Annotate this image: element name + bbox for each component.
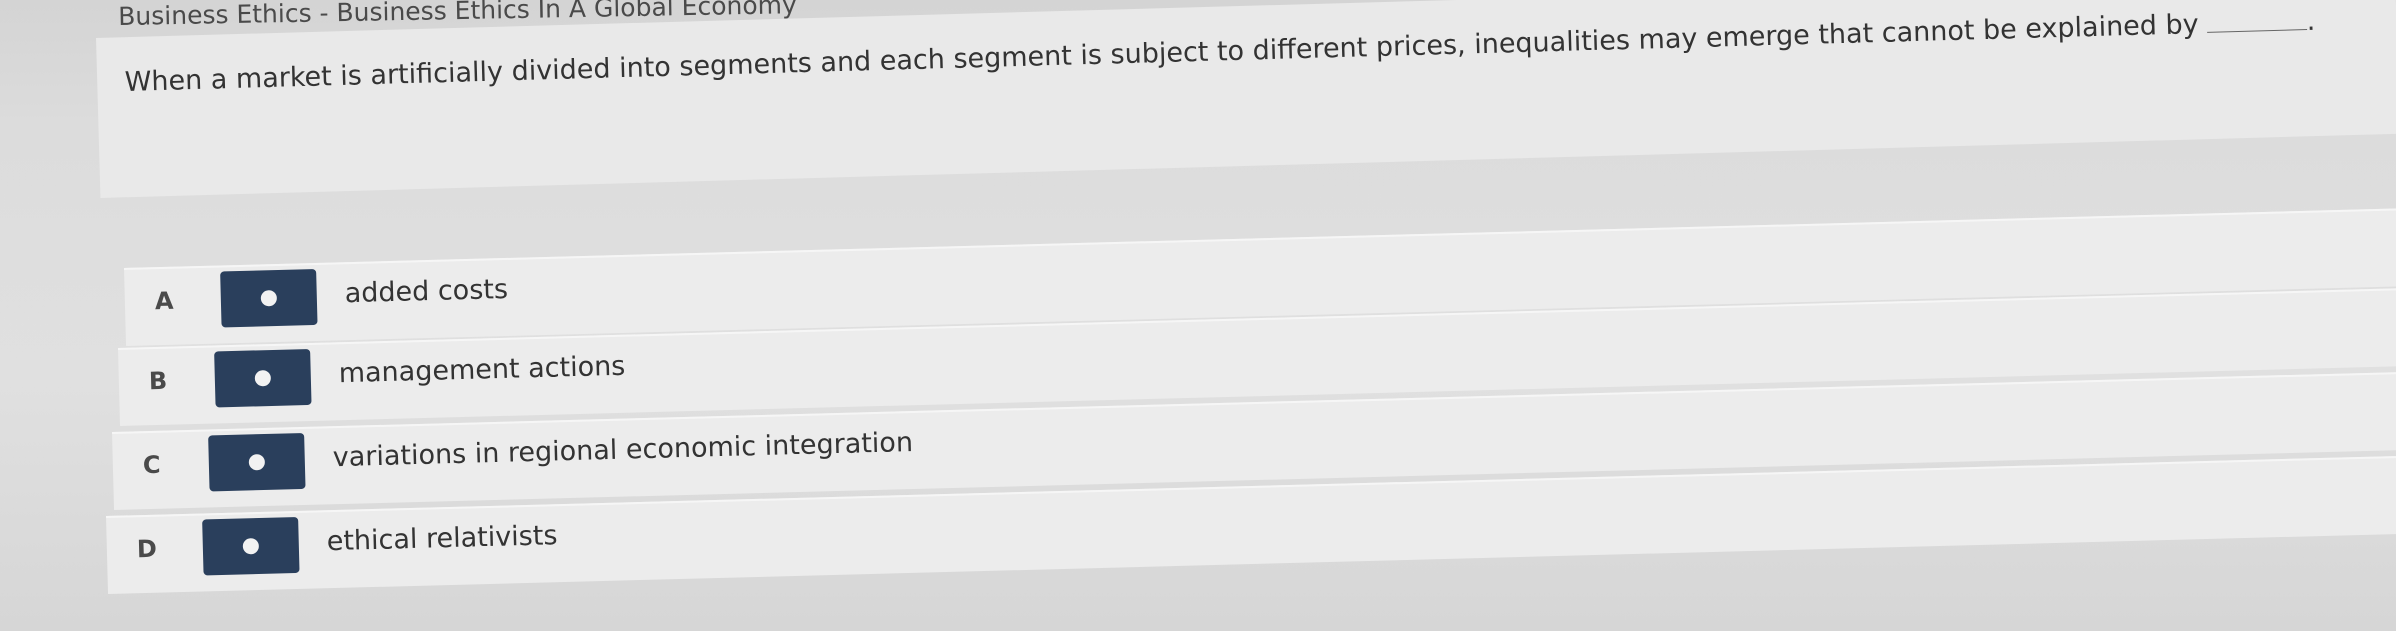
option-radio-c[interactable] xyxy=(208,432,306,492)
option-text-c: variations in regional economic integrat… xyxy=(332,427,914,474)
radio-dot-icon xyxy=(254,370,272,387)
option-text-a: added costs xyxy=(344,273,509,310)
radio-dot-icon xyxy=(242,538,260,555)
option-letter-a: A xyxy=(154,286,174,316)
option-letter-b: B xyxy=(148,366,168,396)
radio-dot-icon xyxy=(248,454,266,471)
option-letter-d: D xyxy=(136,534,158,564)
answer-blank xyxy=(2206,28,2307,33)
option-radio-b[interactable] xyxy=(214,348,312,408)
question-suffix: . xyxy=(2306,5,2316,38)
radio-dot-icon xyxy=(260,290,278,307)
option-radio-a[interactable] xyxy=(220,268,318,328)
option-radio-d[interactable] xyxy=(202,516,300,576)
option-text-d: ethical relativists xyxy=(326,520,558,558)
option-text-b: management actions xyxy=(338,350,626,390)
option-letter-c: C xyxy=(142,450,161,480)
